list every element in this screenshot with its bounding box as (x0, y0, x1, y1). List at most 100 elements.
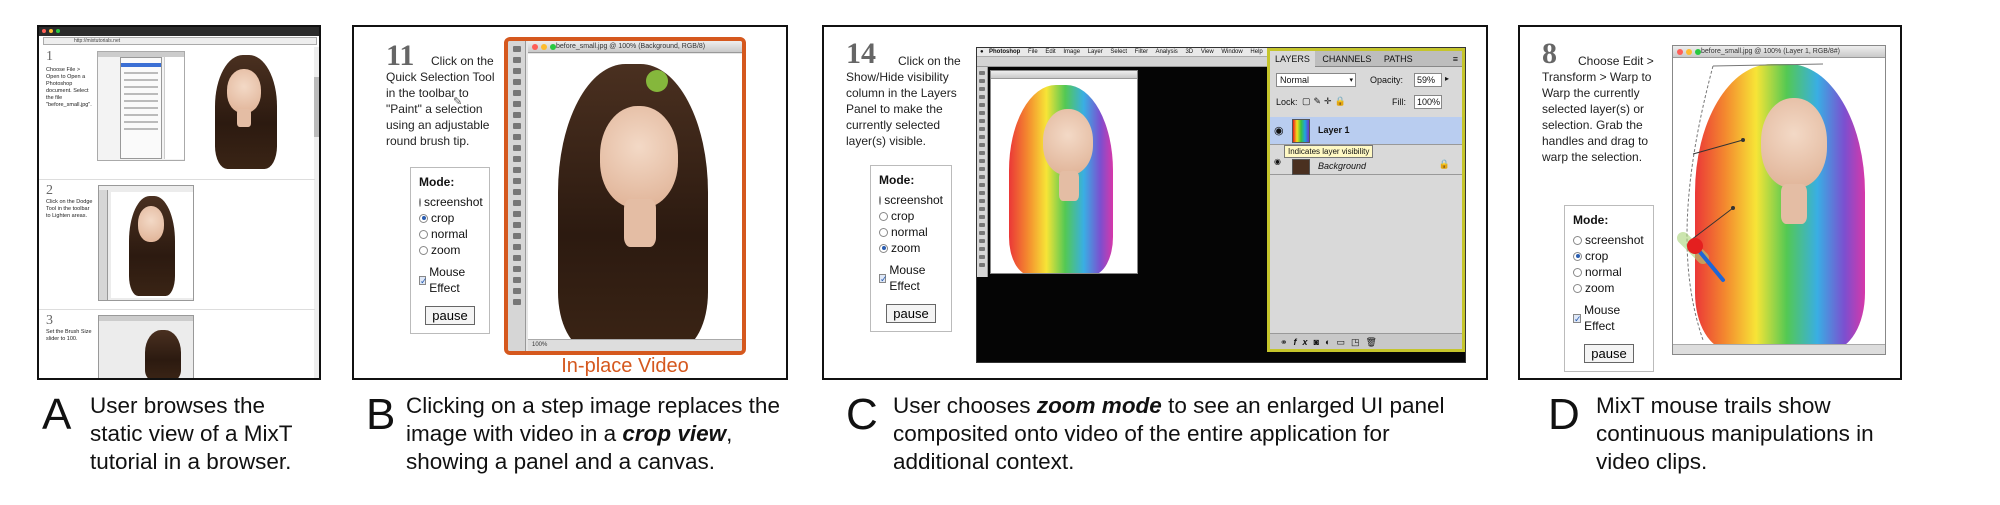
layer-thumbnail (1292, 159, 1310, 175)
selection-brush-cursor (646, 70, 668, 92)
quick-selection-tool-icon: ✎ (453, 96, 463, 108)
canvas-portrait[interactable] (528, 54, 742, 339)
step-screenshot[interactable] (98, 315, 194, 378)
tab-layers[interactable]: LAYERS (1270, 51, 1315, 67)
step-screenshot[interactable] (97, 51, 185, 161)
status-bar: 100% (528, 339, 742, 351)
step-text: Set the Brush Size slider to 100. (46, 329, 92, 342)
layers-panel-footer: ⚭fx◙◐▭◳🗑 (1270, 333, 1462, 349)
step-number: 1 (46, 49, 53, 64)
step-text: Choose File > Open to Open a Photoshop d… (46, 67, 92, 108)
link-layers-icon[interactable]: ⚭ (1280, 337, 1294, 347)
inplace-video-frame[interactable]: before_small.jpg @ 100% (Background, RGB… (504, 37, 746, 355)
fx-icon[interactable]: fx (1294, 337, 1314, 347)
menu-item[interactable]: Filter (1135, 49, 1148, 55)
caption-d: MixT mouse trails show continuous manipu… (1596, 393, 1874, 474)
menu-item[interactable]: Photoshop (989, 49, 1020, 55)
mode-option-screenshot[interactable]: screenshot (419, 194, 483, 210)
mode-title: Mode: (419, 175, 455, 189)
url-text: http://mixtutorials.net (74, 38, 121, 44)
menu-item[interactable]: 3D (1185, 49, 1193, 55)
mouse-trail-cursor (1687, 238, 1703, 254)
document-window[interactable]: before_small.jpg @ 100% (Layer 1, RGB/8#… (1672, 45, 1886, 355)
tab-channels[interactable]: CHANNELS (1317, 51, 1376, 67)
browser-titlebar (39, 27, 319, 36)
mode-selector-box: Mode: screenshot crop normal zoom Mouse … (870, 165, 952, 332)
mode-option-screenshot[interactable]: screenshot (879, 192, 943, 208)
blend-mode-select[interactable]: Normal ▾ (1276, 73, 1356, 87)
caption-letter-a: A (42, 390, 72, 439)
eye-visibility-icon[interactable]: ◉ (1274, 157, 1281, 166)
layer-thumbnail (1292, 119, 1310, 143)
photoshop-toolbar[interactable] (977, 67, 988, 277)
pause-button[interactable]: pause (1584, 344, 1634, 363)
caption-letter-b: B (366, 390, 396, 439)
mode-option-crop[interactable]: crop (879, 208, 943, 224)
menu-item[interactable]: Layer (1088, 49, 1103, 55)
mode-option-zoom[interactable]: zoom (1573, 280, 1645, 296)
layer-name[interactable]: Background (1318, 161, 1366, 171)
mode-option-normal[interactable]: normal (1573, 264, 1645, 280)
mode-option-crop[interactable]: crop (1573, 248, 1645, 264)
menu-item[interactable]: Edit (1045, 49, 1055, 55)
warp-mesh-and-mouse-trail (1677, 63, 1824, 341)
canvas-portrait[interactable] (1673, 58, 1885, 344)
opacity-field[interactable]: 59% (1414, 73, 1442, 87)
panel-menu-icon[interactable]: ≡ (1453, 51, 1458, 67)
menu-item[interactable]: Help (1250, 49, 1262, 55)
layer-name[interactable]: Layer 1 (1318, 125, 1350, 135)
new-layer-icon[interactable]: ◳ (1351, 337, 1366, 347)
mode-option-zoom[interactable]: zoom (879, 240, 943, 256)
pause-button[interactable]: pause (886, 304, 936, 323)
mask-icon[interactable]: ◙ (1314, 337, 1325, 347)
mode-option-normal[interactable]: normal (879, 224, 943, 240)
tutorial-step-2: 2 Click on the Dodge Tool in the toolbar… (43, 183, 315, 303)
mouse-effect-checkbox[interactable]: Mouse Effect (1573, 302, 1645, 334)
canvas-portrait[interactable] (991, 79, 1137, 273)
step-number: 3 (46, 313, 53, 328)
menu-item[interactable]: Analysis (1155, 49, 1177, 55)
layer-row-selected[interactable]: ◉ Layer 1 (1270, 117, 1462, 145)
browser-address-bar[interactable]: http://mixtutorials.net (43, 37, 317, 45)
menu-item[interactable]: Window (1221, 49, 1242, 55)
inplace-video-label: In-place Video (561, 355, 689, 377)
mode-option-screenshot[interactable]: screenshot (1573, 232, 1645, 248)
panel-d-mouse-trails: 8 Choose Edit > Transform > Warp to Warp… (1518, 25, 1902, 380)
step-screenshot[interactable] (98, 185, 194, 301)
status-bar (1673, 344, 1885, 354)
lock-label: Lock: (1276, 97, 1298, 107)
folder-icon[interactable]: ▭ (1336, 337, 1351, 347)
caption-letter-c: C (846, 390, 878, 439)
window-controls[interactable] (42, 29, 60, 33)
menu-item[interactable]: View (1201, 49, 1214, 55)
lock-icons[interactable]: ▢✎✛🔒 (1302, 96, 1349, 107)
trash-icon[interactable]: 🗑 (1365, 337, 1382, 347)
menu-item[interactable]: File (1028, 49, 1038, 55)
menu-item[interactable]: Image (1063, 49, 1080, 55)
menu-item[interactable]: Select (1110, 49, 1127, 55)
step-number: 2 (46, 183, 53, 198)
fill-field[interactable]: 100% (1414, 95, 1442, 109)
mode-option-crop[interactable]: crop (419, 210, 481, 226)
apple-icon[interactable]: ● (980, 48, 984, 56)
panel-b-crop-view: 11 Click on the Quick Selection Tool in … (352, 25, 788, 380)
opacity-label: Opacity: (1370, 75, 1404, 85)
tab-paths[interactable]: PATHS (1379, 51, 1418, 67)
photoshop-toolbar[interactable] (508, 41, 526, 351)
mode-option-zoom[interactable]: zoom (419, 242, 481, 258)
chevron-down-icon: ▾ (1349, 77, 1353, 84)
pause-button[interactable]: pause (425, 306, 475, 325)
adjustment-icon[interactable]: ◐ (1325, 337, 1336, 347)
eye-visibility-icon[interactable]: ◉ (1274, 124, 1284, 137)
mode-option-normal[interactable]: normal (419, 226, 481, 242)
chevron-right-icon[interactable]: ▸ (1445, 74, 1449, 83)
document-window[interactable] (990, 70, 1138, 274)
panel-c-zoom-view: 14 Click on the Show/Hide visibility col… (822, 25, 1488, 380)
mouse-effect-checkbox[interactable]: Mouse Effect (879, 262, 943, 294)
mode-title: Mode: (879, 173, 915, 187)
mouse-effect-checkbox[interactable]: Mouse Effect (419, 264, 481, 296)
caption-b: Clicking on a step image replaces the im… (406, 393, 780, 474)
step-text: Click on the Show/Hide visibility column… (846, 54, 961, 148)
portrait-image (193, 51, 308, 169)
application-video[interactable]: ● Photoshop File Edit Image Layer Select… (976, 47, 1466, 363)
